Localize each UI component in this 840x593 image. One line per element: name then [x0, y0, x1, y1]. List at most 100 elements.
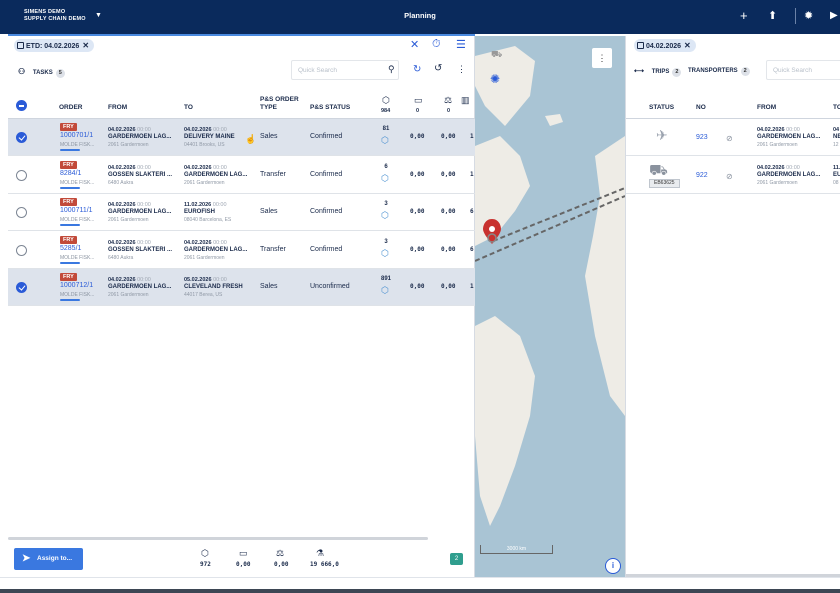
row-select-checkbox[interactable]: [16, 169, 27, 181]
to-location: CLEVELAND FRESH: [184, 284, 243, 290]
horizontal-scrollbar[interactable]: [8, 537, 428, 540]
visibility-off-icon[interactable]: ⊘: [726, 134, 733, 143]
order-number-link[interactable]: 1000712/1: [60, 282, 93, 289]
order-type-badge: FRY: [60, 123, 77, 131]
col-to[interactable]: TO: [833, 104, 840, 111]
col-no[interactable]: NO: [696, 104, 706, 111]
extra-value: 1: [470, 170, 474, 178]
timer-icon[interactable]: ⏱: [432, 38, 441, 51]
col-to[interactable]: TO: [184, 104, 193, 112]
order-type-badge: FRY: [60, 235, 77, 244]
etd-filter-label: ETD: 04.02.2026: [26, 43, 80, 50]
greenland: [475, 46, 535, 126]
trip-number-link[interactable]: 923: [696, 134, 708, 141]
to-address: 12: [833, 142, 839, 148]
info-icon[interactable]: i: [605, 558, 621, 574]
trip-row[interactable]: ✈ 923 ⊘ 04.02.2026 00:00 GARDERMOEN LAG.…: [626, 119, 840, 156]
package-icon[interactable]: ⬡: [381, 248, 390, 258]
select-all-checkbox[interactable]: [16, 100, 27, 111]
tasks-tab[interactable]: ⚇ TASKS 5: [18, 67, 65, 78]
volume-value: 0,00: [410, 208, 425, 215]
trip-number-link[interactable]: 922: [696, 172, 708, 179]
col-status[interactable]: STATUS: [649, 104, 674, 111]
close-icon[interactable]: ✕: [684, 41, 691, 50]
from-datetime: 04.02.2026 00:00: [108, 127, 151, 133]
visibility-off-icon[interactable]: ⊘: [726, 172, 733, 181]
footer-volume: 0,00: [236, 561, 251, 568]
map-scale: 3000 km: [480, 545, 553, 554]
cluster-icon[interactable]: ✺: [490, 72, 500, 86]
col-from[interactable]: FROM: [108, 104, 127, 112]
map-view[interactable]: ✺ ⛟ ⋮ 3000 km i: [475, 36, 625, 577]
row-select-checkbox[interactable]: [16, 244, 27, 256]
to-location: GARDERMOEN LAG...: [184, 171, 248, 178]
truck-marker-icon[interactable]: ⛟: [491, 49, 502, 61]
task-row[interactable]: FRY 8284/1 MOLDE FISK... 04.02.2026 00:0…: [8, 157, 475, 194]
from-location: GARDERMOEN LAG...: [757, 134, 821, 140]
trips-tab[interactable]: ⟷ TRIPS 2: [634, 67, 682, 77]
to-location: EU: [833, 171, 840, 178]
package-icon[interactable]: ⬡: [381, 136, 390, 145]
filter-icon[interactable]: ☰: [456, 38, 466, 51]
trip-row[interactable]: ⛟ EB63625 922 ⊘ 04.02.2026 00:00 GARDERM…: [626, 157, 840, 194]
history-icon[interactable]: ↺: [434, 63, 442, 74]
trips-label: TRIPS: [651, 69, 670, 75]
africa-europe: [585, 136, 625, 416]
col-status[interactable]: P&S STATUS: [310, 104, 350, 112]
plane-icon: ✈: [656, 127, 668, 143]
tasks-label: TASKS: [32, 70, 53, 76]
add-icon[interactable]: +: [740, 8, 748, 24]
volume-value: 0,00: [410, 283, 425, 290]
search-input[interactable]: Quick Search: [291, 60, 399, 80]
task-row[interactable]: FRY 1000701/1 MOLDE FISK... 04.02.2026 0…: [8, 119, 475, 156]
col-from[interactable]: FROM: [757, 104, 776, 111]
col-order[interactable]: ORDER: [59, 104, 82, 112]
to-location: EUROFISH: [184, 209, 216, 215]
order-customer: MOLDE FISK...: [60, 142, 95, 148]
extra-value: 6: [470, 245, 474, 253]
order-type: Transfer: [260, 170, 286, 178]
etd-filter-chip[interactable]: ETD: 04.02.2026 ✕: [14, 39, 95, 52]
map-menu-button[interactable]: ⋮: [592, 48, 612, 68]
collapse-icon[interactable]: ▶: [830, 8, 838, 24]
from-location: GOSSEN SLAKTERI ...: [108, 171, 173, 178]
volume-value: 0,00: [410, 245, 425, 253]
package-icon[interactable]: ⬡: [381, 211, 390, 220]
order-customer: MOLDE FISK...: [60, 254, 95, 261]
order-number-link[interactable]: 1000711/1: [60, 207, 93, 214]
clear-icon[interactable]: ✕: [410, 38, 419, 51]
row-select-checkbox[interactable]: [16, 207, 27, 218]
to-datetime: 11.02.2026 00:00: [184, 202, 227, 208]
order-number-link[interactable]: 8284/1: [60, 170, 81, 177]
upload-icon[interactable]: ⬆: [768, 8, 777, 24]
task-row[interactable]: FRY 5285/1 MOLDE FISK... 04.02.2026 00:0…: [8, 232, 475, 269]
transporters-tab[interactable]: TRANSPORTERS 2: [688, 67, 750, 76]
assign-to-button[interactable]: ➤ Assign to...: [14, 548, 83, 570]
row-select-checkbox[interactable]: [16, 282, 27, 293]
more-icon[interactable]: ⋮: [457, 64, 466, 75]
order-type: Sales: [260, 133, 278, 140]
trips-search-input[interactable]: Quick Search: [766, 60, 840, 80]
task-row[interactable]: FRY 1000712/1 MOLDE FISK... 04.02.2026 0…: [8, 269, 475, 306]
package-icon[interactable]: ⬡: [381, 286, 390, 295]
order-type-badge: FRY: [60, 160, 77, 169]
date-filter-chip[interactable]: 04.02.2026 ✕: [634, 39, 696, 52]
row-select-checkbox[interactable]: [16, 132, 27, 143]
order-number-link[interactable]: 1000701/1: [60, 132, 93, 139]
package-icon[interactable]: ⬡: [381, 173, 390, 183]
order-customer: MOLDE FISK...: [60, 292, 95, 298]
order-type-badge: FRY: [60, 273, 77, 281]
columns-icon[interactable]: ▥: [461, 96, 470, 105]
refresh-icon[interactable]: ↻: [413, 64, 421, 75]
col-order-type[interactable]: P&S ORDER TYPE: [260, 96, 305, 111]
close-icon[interactable]: ✕: [82, 41, 89, 50]
order-status: Confirmed: [310, 133, 343, 140]
order-number-link[interactable]: 5285/1: [60, 245, 81, 252]
calendar-icon: [637, 42, 644, 49]
tasks-panel: ETD: 04.02.2026 ✕ ✕ ⏱ ☰ ⚇ TASKS 5 Quick Se…: [8, 36, 475, 577]
from-datetime: 04.02.2026 00:00: [108, 202, 151, 208]
task-row[interactable]: FRY 1000711/1 MOLDE FISK... 04.02.2026 0…: [8, 194, 475, 231]
search-icon[interactable]: ⚲: [388, 64, 395, 75]
bug-icon[interactable]: ✹: [804, 8, 813, 24]
transporters-label: TRANSPORTERS: [688, 68, 738, 74]
